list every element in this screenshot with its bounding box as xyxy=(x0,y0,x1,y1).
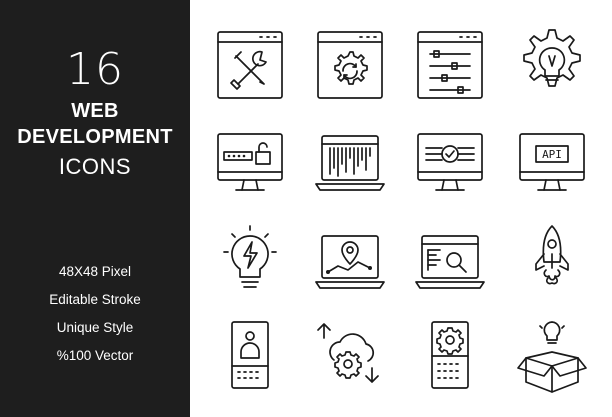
mobile-user-profile-icon xyxy=(210,318,290,402)
feature-editable-stroke: Editable Stroke xyxy=(49,292,141,307)
gear-lightbulb-icon xyxy=(512,24,592,108)
browser-gear-icon xyxy=(310,24,390,108)
box-lightbulb-icon xyxy=(512,318,592,402)
monitor-lock-password-icon xyxy=(210,124,290,208)
api-label: API xyxy=(542,148,562,161)
feature-unique-style: Unique Style xyxy=(56,320,134,335)
browser-tools-icon xyxy=(210,24,290,108)
laptop-search-icon xyxy=(410,222,490,306)
browser-settings-sliders-icon xyxy=(410,24,490,108)
feature-pixel-size: 48X48 Pixel xyxy=(58,264,132,279)
laptop-map-location-icon xyxy=(310,222,390,306)
icon-grid: API xyxy=(190,0,612,417)
cloud-sync-gear-icon xyxy=(310,318,390,402)
mobile-gear-icon xyxy=(410,318,490,402)
title-development: DEVELOPMENT xyxy=(17,126,173,148)
feature-list: 48X48 Pixel Editable Stroke Unique Style… xyxy=(0,258,190,370)
title-panel: 16 WEB DEVELOPMENT ICONS 48X48 Pixel Edi… xyxy=(0,0,190,417)
rocket-launch-icon xyxy=(512,222,592,306)
icon-count: 16 xyxy=(66,44,124,95)
title-web: WEB xyxy=(71,100,119,122)
title-icons: ICONS xyxy=(58,154,132,179)
monitor-api-icon: API xyxy=(512,124,592,208)
monitor-check-icon xyxy=(410,124,490,208)
feature-vector: %100 Vector xyxy=(56,348,134,363)
laptop-code-icon xyxy=(310,124,390,208)
lightbulb-energy-icon xyxy=(210,222,290,306)
